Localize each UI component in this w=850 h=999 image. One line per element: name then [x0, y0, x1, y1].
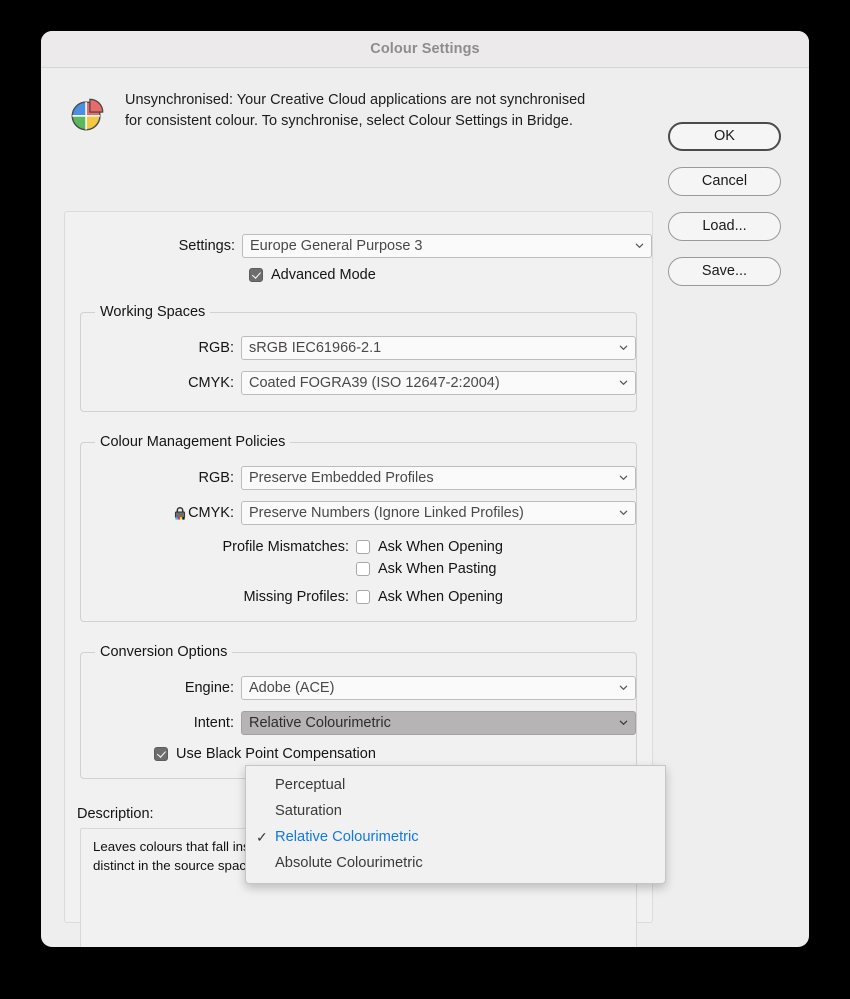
working-spaces-rgb-label: RGB: — [198, 340, 234, 356]
policies-cmyk-label-wrap: CMYK: — [81, 505, 241, 521]
missing-profiles-row: Missing Profiles: Ask When Opening — [81, 589, 636, 605]
colour-wheel-icon — [69, 95, 107, 133]
intent-select-value: Relative Colourimetric — [249, 715, 391, 731]
advanced-mode-label: Advanced Mode — [271, 267, 376, 283]
menu-item-label: Relative Colourimetric — [275, 829, 419, 845]
window-title: Colour Settings — [370, 41, 480, 57]
save-button[interactable]: Save... — [668, 257, 781, 286]
ask-when-pasting-checkbox[interactable] — [356, 562, 370, 576]
settings-select-value: Europe General Purpose 3 — [250, 238, 423, 254]
engine-select-value: Adobe (ACE) — [249, 680, 335, 696]
engine-select[interactable]: Adobe (ACE) — [241, 676, 636, 700]
profile-mismatches-label: Profile Mismatches: — [222, 539, 349, 555]
ask-when-pasting-label: Ask When Pasting — [378, 561, 497, 577]
intent-label: Intent: — [193, 715, 234, 731]
working-spaces-legend: Working Spaces — [95, 304, 211, 320]
ask-when-opening-mismatch-checkbox[interactable] — [356, 540, 370, 554]
working-spaces-group: Working Spaces RGB: sRGB IEC61966‑2.1 CM… — [80, 304, 637, 412]
settings-row: Settings: Europe General Purpose 3 — [65, 234, 652, 258]
advanced-mode-checkbox[interactable] — [249, 268, 263, 282]
conversion-options-group: Conversion Options Engine: Adobe (ACE) I… — [80, 644, 637, 779]
policies-cmyk-label: CMYK: — [188, 505, 234, 521]
chevron-down-icon — [619, 475, 628, 480]
working-spaces-cmyk-value: Coated FOGRA39 (ISO 12647‑2:2004) — [249, 375, 500, 391]
advanced-mode-row[interactable]: Advanced Mode — [249, 267, 652, 283]
working-spaces-cmyk-select[interactable]: Coated FOGRA39 (ISO 12647‑2:2004) — [241, 371, 636, 395]
use-black-point-compensation-checkbox[interactable] — [154, 747, 168, 761]
window-titlebar: Colour Settings — [41, 31, 809, 68]
ask-when-opening-missing-label: Ask When Opening — [378, 589, 503, 605]
ask-when-opening-mismatch-label: Ask When Opening — [378, 539, 503, 555]
cancel-button[interactable]: Cancel — [668, 167, 781, 196]
colour-settings-dialog: Colour Settings Unsynchronised: Your Cre… — [41, 31, 809, 947]
policies-cmyk-value: Preserve Numbers (Ignore Linked Profiles… — [249, 505, 524, 521]
dialog-body: Unsynchronised: Your Creative Cloud appl… — [41, 68, 809, 947]
menu-item-label: Perceptual — [275, 777, 346, 793]
dialog-action-buttons: OK Cancel Load... Save... — [668, 122, 781, 302]
menu-item-label: Saturation — [275, 803, 342, 819]
use-black-point-compensation-label: Use Black Point Compensation — [176, 746, 376, 762]
policies-cmyk-select[interactable]: Preserve Numbers (Ignore Linked Profiles… — [241, 501, 636, 525]
sync-status-line-1: Unsynchronised: Your Creative Cloud appl… — [125, 92, 586, 108]
colour-management-policies-group: Colour Management Policies RGB: Preserve… — [80, 434, 637, 622]
load-button[interactable]: Load... — [668, 212, 781, 241]
chevron-down-icon — [619, 380, 628, 385]
menu-item-label: Absolute Colourimetric — [275, 855, 423, 871]
engine-row: Engine: Adobe (ACE) — [81, 676, 636, 700]
missing-profiles-label: Missing Profiles: — [243, 589, 349, 605]
intent-dropdown-menu[interactable]: Perceptual Saturation ✓ Relative Colouri… — [245, 765, 666, 884]
ok-button[interactable]: OK — [668, 122, 781, 151]
policies-rgb-label: RGB: — [198, 470, 234, 486]
policies-cmyk-row: CMYK: Preserve Numbers (Ignore Linked Pr… — [81, 501, 636, 525]
sync-status-banner: Unsynchronised: Your Creative Cloud appl… — [41, 68, 669, 133]
menu-item-saturation[interactable]: Saturation — [246, 798, 665, 824]
intent-row: Intent: Relative Colourimetric — [81, 711, 636, 735]
menu-item-absolute-colourimetric[interactable]: Absolute Colourimetric — [246, 850, 665, 876]
chevron-down-icon — [635, 243, 644, 248]
profile-mismatches-row: Profile Mismatches: Ask When Opening — [81, 539, 636, 555]
sync-status-line-2: for consistent colour. To synchronise, s… — [125, 112, 573, 129]
policies-rgb-row: RGB: Preserve Embedded Profiles — [81, 466, 636, 490]
menu-item-perceptual[interactable]: Perceptual — [246, 772, 665, 798]
working-spaces-rgb-value: sRGB IEC61966‑2.1 — [249, 340, 382, 356]
chevron-down-icon — [619, 510, 628, 515]
working-spaces-rgb-row: RGB: sRGB IEC61966‑2.1 — [81, 336, 636, 360]
black-point-row[interactable]: Use Black Point Compensation — [154, 746, 636, 762]
ask-when-opening-missing-checkbox[interactable] — [356, 590, 370, 604]
settings-select[interactable]: Europe General Purpose 3 — [242, 234, 652, 258]
engine-label: Engine: — [184, 680, 234, 696]
sync-status-text: Unsynchronised: Your Creative Cloud appl… — [125, 90, 585, 131]
working-spaces-cmyk-row: CMYK: Coated FOGRA39 (ISO 12647‑2:2004) — [81, 371, 636, 395]
menu-item-relative-colourimetric[interactable]: ✓ Relative Colourimetric — [246, 824, 665, 850]
ask-when-pasting-row: Ask When Pasting — [81, 561, 636, 577]
policies-rgb-select[interactable]: Preserve Embedded Profiles — [241, 466, 636, 490]
policies-rgb-value: Preserve Embedded Profiles — [249, 470, 434, 486]
settings-label: Settings: — [178, 238, 235, 254]
chevron-down-icon — [619, 345, 628, 350]
intent-select[interactable]: Relative Colourimetric — [241, 711, 636, 735]
policies-legend: Colour Management Policies — [95, 434, 291, 450]
chevron-down-icon — [619, 720, 628, 725]
chevron-down-icon — [619, 685, 628, 690]
working-spaces-cmyk-label: CMYK: — [188, 375, 234, 391]
checkmark-icon: ✓ — [256, 828, 268, 845]
lock-icon — [173, 506, 187, 521]
working-spaces-rgb-select[interactable]: sRGB IEC61966‑2.1 — [241, 336, 636, 360]
conversion-legend: Conversion Options — [95, 644, 233, 660]
screen: Colour Settings Unsynchronised: Your Cre… — [0, 0, 850, 999]
